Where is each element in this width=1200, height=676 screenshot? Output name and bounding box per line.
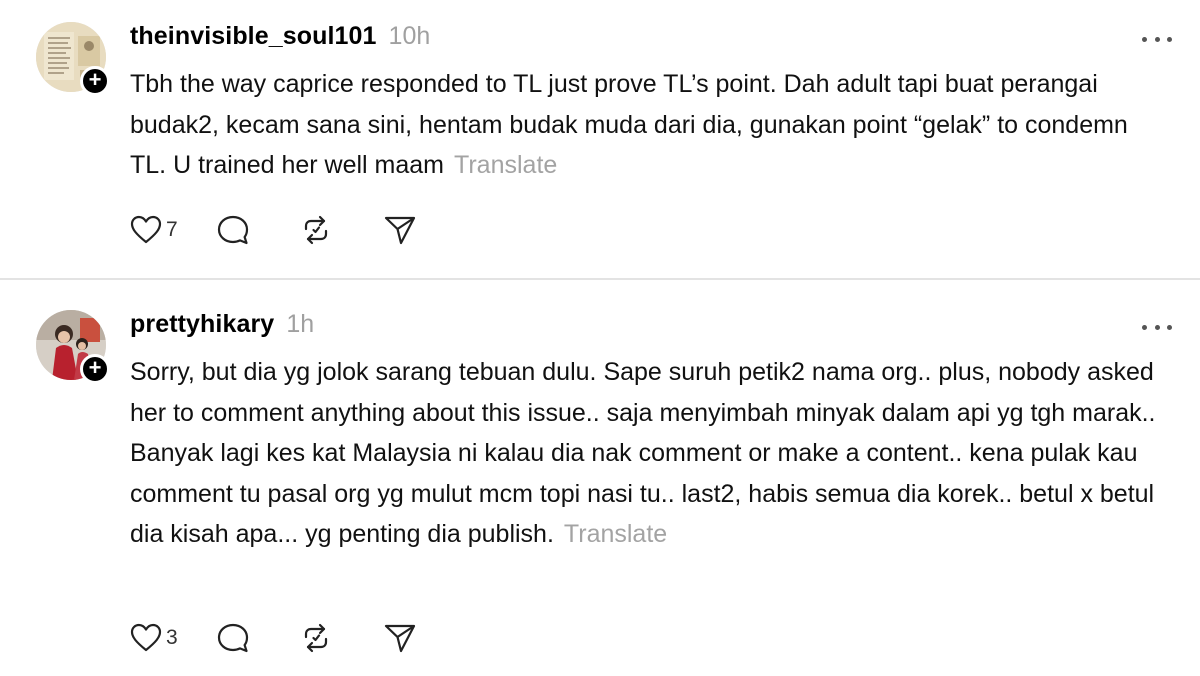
username[interactable]: prettyhikary <box>130 310 274 339</box>
more-icon[interactable] <box>1142 322 1172 332</box>
post-text: Sorry, but dia yg jolok sarang tebuan du… <box>130 352 1170 555</box>
post-text: Tbh the way caprice responded to TL just… <box>130 64 1170 186</box>
share-button[interactable] <box>384 213 424 247</box>
post-header: theinvisible_soul101 10h <box>130 22 430 51</box>
action-bar: 7 <box>130 213 424 247</box>
more-icon[interactable] <box>1142 34 1172 44</box>
follow-plus-icon[interactable]: + <box>80 354 110 384</box>
repost-icon <box>304 623 328 653</box>
post-item: + theinvisible_soul101 10h Tbh the way c… <box>0 0 1200 278</box>
share-button[interactable] <box>384 621 424 655</box>
like-count: 3 <box>166 626 178 649</box>
like-button[interactable]: 7 <box>130 213 216 247</box>
repost-button[interactable] <box>300 213 384 247</box>
share-icon <box>384 624 416 653</box>
repost-button[interactable] <box>300 621 384 655</box>
action-bar: 3 <box>130 621 424 655</box>
translate-link[interactable]: Translate <box>454 151 557 179</box>
reply-button[interactable] <box>216 213 300 247</box>
timestamp: 1h <box>286 310 315 338</box>
comment-icon <box>217 215 249 245</box>
reply-button[interactable] <box>216 621 300 655</box>
heart-icon <box>130 623 162 652</box>
follow-plus-icon[interactable]: + <box>80 66 110 96</box>
like-count: 7 <box>166 218 178 241</box>
like-button[interactable]: 3 <box>130 621 216 655</box>
post-item: + prettyhikary 1h Sorry, but dia yg jolo… <box>0 280 1200 676</box>
share-icon <box>384 216 416 245</box>
post-header: prettyhikary 1h <box>130 310 314 339</box>
repost-icon <box>304 215 328 245</box>
heart-icon <box>130 215 162 244</box>
timestamp: 10h <box>388 22 431 50</box>
post-body: Tbh the way caprice responded to TL just… <box>130 70 1128 179</box>
comment-icon <box>217 623 249 653</box>
translate-link[interactable]: Translate <box>564 520 667 548</box>
username[interactable]: theinvisible_soul101 <box>130 22 377 51</box>
